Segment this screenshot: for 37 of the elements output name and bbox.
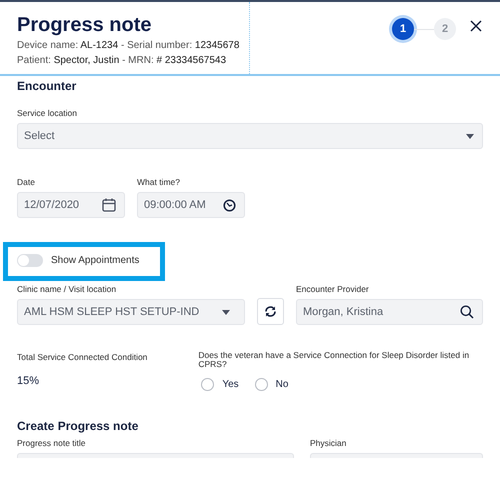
time-field[interactable]: 09:00:00 AM: [137, 192, 245, 218]
select-field[interactable]: AML HSM SLEEP HST SETUP-IND: [17, 299, 245, 325]
step-indicator[interactable]: 1: [392, 18, 414, 40]
device-info-text: Device name: AL-1234 - Serial number: 12345678: [17, 39, 240, 53]
caret-icon: [466, 134, 474, 138]
search-icon[interactable]: [460, 305, 474, 319]
text-field[interactable]: [310, 453, 483, 458]
toggle-label: Show Appointments: [51, 254, 140, 268]
radio-button[interactable]: [201, 378, 214, 391]
text-field[interactable]: [17, 453, 294, 458]
caret-icon: [222, 310, 230, 314]
calendar-icon[interactable]: [102, 198, 116, 212]
field-label: Physician: [310, 437, 348, 449]
field-label: Date: [17, 176, 36, 188]
field-label: Progress note title: [17, 437, 87, 449]
refresh-button[interactable]: [257, 298, 284, 325]
field-label: Clinic name / Visit location: [17, 283, 118, 295]
select-field[interactable]: Select: [17, 123, 483, 149]
dialog-title: Progress note: [17, 13, 152, 38]
question-text: Does the veteran have a Service Connection for Sleep Disorder listed in CPRS?: [198, 351, 470, 369]
radio-button[interactable]: [254, 378, 268, 391]
close-button[interactable]: [470, 20, 482, 32]
radio-label: No: [276, 378, 288, 392]
field-label: Service location: [17, 107, 78, 119]
toggle-switch[interactable]: [17, 254, 43, 266]
radio-label: Yes: [222, 378, 239, 392]
section-heading: Create Progress note: [17, 418, 140, 434]
date-field[interactable]: 12/07/2020: [17, 192, 125, 218]
field-label: Encounter Provider: [296, 283, 370, 295]
patient-info-text: Patient: Spector, Justin - MRN: # 23334567543: [17, 54, 228, 68]
clock-icon[interactable]: [223, 198, 236, 212]
condition-value: 15%: [17, 374, 40, 389]
refresh-icon[interactable]: [264, 305, 277, 318]
field-label: What time?: [137, 176, 181, 188]
field-label: Total Service Connected Condition: [17, 351, 148, 363]
search-field[interactable]: Morgan, Kristina: [296, 299, 483, 325]
section-heading: Encounter: [17, 78, 78, 94]
